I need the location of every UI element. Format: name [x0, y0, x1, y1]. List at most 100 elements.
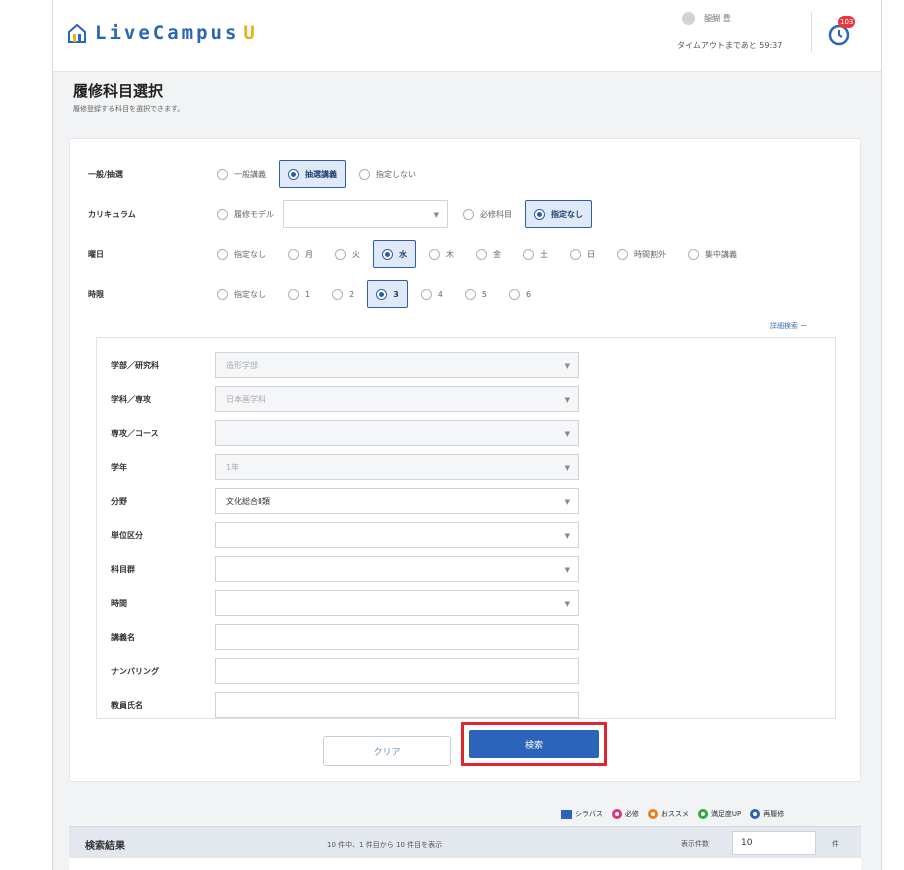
top-header: LiveCampus U 醍醐 豊 タイムアウトまであと 59:37 103 [53, 0, 881, 72]
detail-label-lecture-name: 講義名 [111, 632, 135, 642]
radio-weekday-thu[interactable]: 木 [420, 240, 463, 268]
radio-dot-icon [570, 248, 581, 260]
header-divider [811, 12, 812, 52]
logo-text: LiveCampus [95, 22, 240, 44]
detail-search-panel: 学部／研究科 造形学部 ▼ 学科／専攻 日本画学科 ▼ 専攻／コース ▼ 学年 1年… [96, 337, 836, 719]
clear-button[interactable]: クリア [323, 736, 451, 766]
radio-dot-icon [463, 208, 474, 220]
time-select[interactable]: ▼ [215, 590, 579, 616]
detail-row-lecture-name: 講義名 [111, 624, 579, 650]
required-icon [611, 809, 622, 819]
subject-group-select[interactable]: ▼ [215, 556, 579, 582]
radio-weekday-intensive[interactable]: 集中講義 [679, 240, 746, 268]
radio-weekday-sat[interactable]: 土 [514, 240, 557, 268]
legend-required: 必修 [611, 809, 639, 819]
radio-dot-icon [335, 248, 346, 260]
radio-period-none[interactable]: 指定なし [208, 280, 275, 308]
radio-weekday-outside[interactable]: 時間割外 [608, 240, 675, 268]
radio-general-unspecified[interactable]: 指定しない [350, 160, 425, 188]
field-select[interactable]: 文化総合Ⅱ類 ▼ [215, 488, 579, 514]
radio-dot-icon [688, 248, 699, 260]
radio-dot-icon [217, 248, 228, 260]
detail-row-year: 学年 1年 ▼ [111, 454, 579, 480]
logo-u: U [243, 22, 255, 44]
detail-row-department: 学科／専攻 日本画学科 ▼ [111, 386, 579, 412]
course-select[interactable]: ▼ [215, 420, 579, 446]
chevron-down-icon: ▼ [564, 396, 570, 404]
syllabus-icon [561, 809, 572, 819]
page-subtitle: 履修登録する科目を選択できます。 [73, 105, 185, 113]
radio-period-6[interactable]: 6 [500, 280, 540, 308]
detail-label-teacher-name: 教員氏名 [111, 700, 143, 710]
app-frame: LiveCampus U 醍醐 豊 タイムアウトまであと 59:37 103 履… [52, 0, 882, 870]
satisfaction-up-icon [697, 809, 708, 819]
radio-curriculum-none[interactable]: 指定なし [525, 200, 592, 228]
detail-label-department: 学科／専攻 [111, 394, 151, 404]
radio-period-5[interactable]: 5 [456, 280, 496, 308]
radio-dot-icon [429, 248, 440, 260]
filter-row-period: 時限 指定なし 1 2 3 4 5 6 [88, 280, 544, 308]
detail-label-year: 学年 [111, 462, 127, 472]
radio-general-lecture[interactable]: 一般講義 [208, 160, 275, 188]
radio-weekday-wed[interactable]: 水 [373, 240, 416, 268]
detail-row-course: 専攻／コース ▼ [111, 420, 579, 446]
results-title: 検索結果 [85, 841, 125, 852]
detail-label-subject-group: 科目群 [111, 564, 135, 574]
chevron-down-icon: ▼ [564, 498, 570, 506]
numbering-input[interactable] [215, 658, 579, 684]
radio-dot-icon [288, 288, 299, 300]
results-count-input[interactable]: 10 [732, 831, 816, 855]
radio-dot-icon [617, 248, 628, 260]
notification-badge: 103 [838, 16, 856, 28]
radio-lottery-lecture[interactable]: 抽選講義 [279, 160, 346, 188]
chevron-down-icon: ▼ [564, 532, 570, 540]
radio-dot-icon [508, 288, 520, 300]
radio-period-2[interactable]: 2 [323, 280, 363, 308]
results-body [69, 858, 861, 870]
user-info[interactable]: 醍醐 豊 [677, 12, 797, 25]
chevron-down-icon: ▼ [564, 430, 570, 438]
credit-type-select[interactable]: ▼ [215, 522, 579, 548]
radio-weekday-fri[interactable]: 金 [467, 240, 510, 268]
results-count-unit: 件 [832, 840, 839, 848]
detail-row-field: 分野 文化総合Ⅱ類 ▼ [111, 488, 579, 514]
detail-row-subject-group: 科目群 ▼ [111, 556, 579, 582]
chevron-down-icon: ▼ [564, 600, 570, 608]
year-select[interactable]: 1年 ▼ [215, 454, 579, 480]
curriculum-model-select[interactable]: ▼ [283, 200, 448, 228]
radio-weekday-none[interactable]: 指定なし [208, 240, 275, 268]
radio-curriculum-model[interactable]: 履修モデル [208, 200, 283, 228]
search-button[interactable]: 検索 [469, 730, 599, 758]
radio-weekday-tue[interactable]: 火 [326, 240, 369, 268]
chevron-down-icon: ▼ [564, 464, 570, 472]
results-info: 10 件中、1 件目から 10 件目を表示 [327, 841, 443, 849]
detail-label-time: 時間 [111, 598, 127, 608]
radio-dot-icon [376, 288, 388, 300]
retake-icon [750, 809, 761, 819]
legend-recommend: おススメ [647, 809, 689, 819]
radio-period-1[interactable]: 1 [279, 280, 319, 308]
chevron-down-icon: ▼ [433, 211, 439, 219]
radio-weekday-sun[interactable]: 日 [561, 240, 604, 268]
radio-required-subjects[interactable]: 必修科目 [454, 200, 521, 228]
chevron-down-icon: ▼ [564, 566, 570, 574]
radio-dot-icon [217, 208, 228, 220]
teacher-name-input[interactable] [215, 692, 579, 718]
department-select[interactable]: 日本画学科 ▼ [215, 386, 579, 412]
filter-row-curriculum: カリキュラム 履修モデル ▼ 必修科目 指定なし [88, 200, 596, 228]
radio-period-4[interactable]: 4 [412, 280, 452, 308]
faculty-select[interactable]: 造形学部 ▼ [215, 352, 579, 378]
detail-search-toggle-link[interactable]: 詳細検索 ー [770, 321, 807, 331]
radio-dot-icon [382, 248, 393, 260]
logo[interactable]: LiveCampus U [67, 22, 255, 44]
legend-satisfaction: 満足度UP [697, 809, 741, 819]
results-count-label: 表示件数 [681, 840, 709, 848]
radio-period-3[interactable]: 3 [367, 280, 408, 308]
detail-label-numbering: ナンバリング [111, 666, 159, 676]
radio-weekday-mon[interactable]: 月 [279, 240, 322, 268]
detail-label-field: 分野 [111, 496, 127, 506]
radio-dot-icon [359, 168, 370, 180]
detail-row-numbering: ナンバリング [111, 658, 579, 684]
detail-label-course: 専攻／コース [111, 428, 159, 438]
lecture-name-input[interactable] [215, 624, 579, 650]
